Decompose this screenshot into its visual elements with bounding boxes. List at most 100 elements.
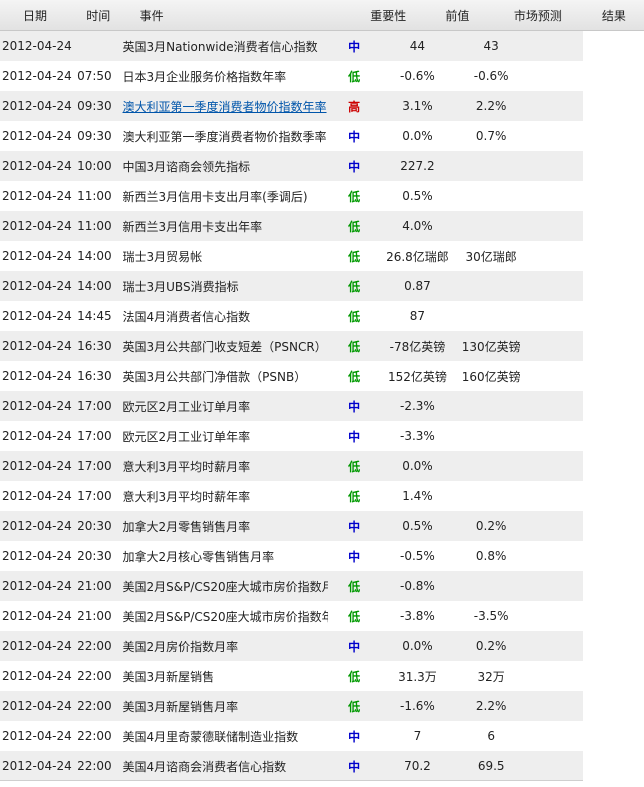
row-forecast: 0.2% (475, 639, 507, 653)
table-row: 2012-04-24 07:50 日本3月企业服务价格指数年率 低 -0.6% -0.6% (0, 61, 583, 91)
row-event: 意大利3月平均时薪年率 (122, 489, 251, 504)
row-importance: 低 (348, 189, 361, 204)
row-forecast: 6 (487, 729, 495, 743)
row-importance: 低 (348, 579, 361, 594)
row-time: 17:00 (77, 489, 112, 503)
row-date: 2012-04-24 (2, 99, 72, 113)
row-date: 2012-04-24 (2, 39, 72, 53)
row-time: 14:45 (77, 309, 112, 323)
header-importance: 重要性 (370, 8, 407, 23)
row-event: 欧元区2月工业订单月率 (122, 399, 251, 414)
row-event: 瑞士3月贸易帐 (122, 249, 203, 264)
row-time: 22:00 (77, 669, 112, 683)
row-forecast: -0.6% (473, 69, 509, 83)
row-date: 2012-04-24 (2, 669, 72, 683)
row-forecast: 160亿英镑 (461, 369, 521, 384)
row-previous: 44 (409, 39, 426, 53)
row-event: 澳大利亚第一季度消费者物价指数季率 (122, 129, 327, 144)
row-date: 2012-04-24 (2, 609, 72, 623)
row-importance: 中 (348, 639, 361, 654)
row-event: 日本3月企业服务价格指数年率 (122, 69, 287, 84)
row-importance: 低 (348, 69, 361, 84)
table-body: 2012-04-24 英国3月Nationwide消费者信心指数中 44 43 2012… (0, 31, 644, 781)
row-importance: 中 (348, 429, 361, 444)
row-event: 瑞士3月UBS消费指标 (122, 279, 239, 294)
table-row: 2012-04-24 14:45 法国4月消费者信心指数 低 87 (0, 301, 583, 331)
row-forecast: 2.2% (475, 99, 507, 113)
row-forecast: 30亿瑞郎 (465, 249, 517, 264)
table-row: 2012-04-24 14:00 瑞士3月UBS消费指标 低 0.87 (0, 271, 583, 301)
row-time: 21:00 (77, 579, 112, 593)
row-date: 2012-04-24 (2, 429, 72, 443)
table-row: 2012-04-24 17:00 意大利3月平均时薪年率 低 1.4% (0, 481, 583, 511)
row-previous: -0.6% (400, 69, 435, 83)
row-event: 美国4月谘商会消费者信心指数 (122, 759, 287, 774)
table-row: 2012-04-24 20:30 加拿大2月零售销售月率 中 0.5% 0.2% (0, 511, 583, 541)
row-time: 10:00 (77, 159, 112, 173)
table-row: 2012-04-24 14:00 瑞士3月贸易帐 低 26.8亿瑞郎 30亿瑞郎 (0, 241, 583, 271)
row-date: 2012-04-24 (2, 339, 72, 353)
row-previous: 4.0% (402, 219, 433, 233)
row-time: 14:00 (77, 279, 112, 293)
table-row: 2012-04-24 22:00 美国2月房价指数月率 中 0.0% 0.2% (0, 631, 583, 661)
table-row: 2012-04-24 17:00 欧元区2月工业订单年率 中 -3.3% (0, 421, 583, 451)
row-time: 17:00 (77, 459, 112, 473)
row-event: 英国3月Nationwide消费者信心指数 (122, 39, 318, 54)
row-time: 22:00 (77, 729, 112, 743)
table-header: 日期 时间 事件 重要性 前值 市场预测 结果 (0, 0, 644, 31)
row-date: 2012-04-24 (2, 219, 72, 233)
table-row: 2012-04-24 22:00 美国4月里奇蒙德联储制造业指数 中 7 6 (0, 721, 583, 751)
table-row: 2012-04-24 17:00 意大利3月平均时薪月率 低 0.0% (0, 451, 583, 481)
row-importance: 低 (348, 609, 361, 624)
row-previous: 0.0% (402, 639, 433, 653)
row-date: 2012-04-24 (2, 579, 72, 593)
row-date: 2012-04-24 (2, 489, 72, 503)
table-row: 2012-04-24 11:00 新西兰3月信用卡支出月率(季调后) 低 0.5% (0, 181, 583, 211)
row-previous: 26.8亿瑞郎 (386, 249, 449, 264)
row-importance: 中 (348, 729, 361, 744)
header-time: 时间 (86, 8, 111, 23)
header-event: 事件 (139, 8, 164, 23)
row-event: 欧元区2月工业订单年率 (122, 429, 251, 444)
row-time: 22:00 (77, 699, 112, 713)
row-time: 09:30 (77, 129, 112, 143)
row-event: 美国2月S&P/CS20座大城市房价指数年率 (122, 609, 328, 624)
row-time: 17:00 (77, 429, 112, 443)
row-time: 11:00 (77, 219, 112, 233)
table-row: 2012-04-24 09:30 澳大利亚第一季度消费者物价指数季率 中 0.0% 0.7… (0, 121, 583, 151)
row-time: 20:30 (77, 549, 112, 563)
row-previous: -3.8% (400, 609, 435, 623)
row-previous: 227.2 (400, 159, 435, 173)
row-event: 澳大利亚第一季度消费者物价指数年率 (121, 98, 328, 115)
table-row: 2012-04-24 11:00 新西兰3月信用卡支出年率 低 4.0% (0, 211, 583, 241)
row-date: 2012-04-24 (2, 69, 72, 83)
table-row: 2012-04-24 22:00 美国3月新屋销售月率 低 -1.6% 2.2% (0, 691, 583, 721)
row-event: 美国3月新屋销售月率 (122, 699, 239, 714)
row-event: 中国3月谘商会领先指标 (122, 159, 251, 174)
header-previous: 前值 (445, 8, 470, 23)
row-date: 2012-04-24 (2, 729, 72, 743)
row-time: 20:30 (77, 519, 112, 533)
row-time: 07:50 (77, 69, 112, 83)
row-date: 2012-04-24 (2, 249, 72, 263)
row-importance: 低 (348, 339, 361, 354)
event-link[interactable]: 澳大利亚第一季度消费者物价指数年率 (123, 100, 327, 114)
row-importance: 高 (348, 99, 361, 114)
row-time: 17:00 (77, 399, 112, 413)
row-event: 美国2月S&P/CS20座大城市房价指数月率 (122, 579, 328, 594)
row-forecast: 32万 (477, 669, 505, 684)
row-forecast: 43 (483, 39, 499, 53)
row-time: 22:00 (77, 639, 112, 653)
row-date: 2012-04-24 (2, 639, 72, 653)
row-time: 16:30 (77, 339, 112, 353)
row-date: 2012-04-24 (2, 459, 72, 473)
row-date: 2012-04-24 (2, 399, 72, 413)
header-date: 日期 (23, 8, 48, 23)
row-date: 2012-04-24 (2, 759, 72, 773)
row-previous: 87 (409, 309, 426, 323)
row-time: 16:30 (77, 369, 112, 383)
row-event: 新西兰3月信用卡支出月率(季调后) (122, 189, 308, 204)
row-importance: 低 (348, 459, 361, 474)
row-time: 21:00 (77, 609, 112, 623)
row-previous: -1.6% (400, 699, 435, 713)
